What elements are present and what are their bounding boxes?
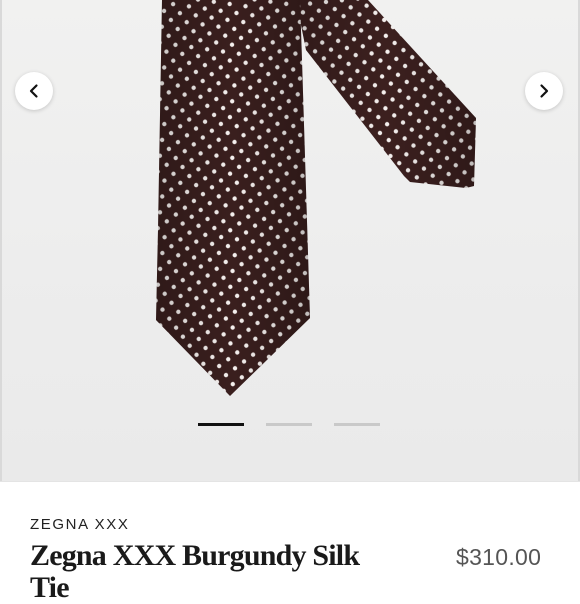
brand-name: ZEGNA XXX: [30, 516, 130, 533]
next-image-button[interactable]: [525, 72, 563, 110]
product-title: Zegna XXX Burgundy Silk Tie: [30, 539, 360, 604]
product-image: [156, 0, 476, 396]
slide-indicator-1[interactable]: [198, 423, 244, 426]
slide-indicator-2[interactable]: [266, 423, 312, 426]
product-info: ZEGNA XXX Zegna XXX Burgundy Silk Tie $3…: [0, 481, 580, 604]
chevron-right-icon: [540, 84, 549, 98]
gallery-border-left: [0, 0, 2, 481]
product-image-gallery[interactable]: [0, 0, 580, 481]
slide-indicators: [0, 423, 580, 427]
product-price: $310.00: [456, 544, 542, 570]
slide-indicator-3[interactable]: [334, 423, 380, 426]
previous-image-button[interactable]: [15, 72, 53, 110]
chevron-left-icon: [29, 84, 38, 98]
